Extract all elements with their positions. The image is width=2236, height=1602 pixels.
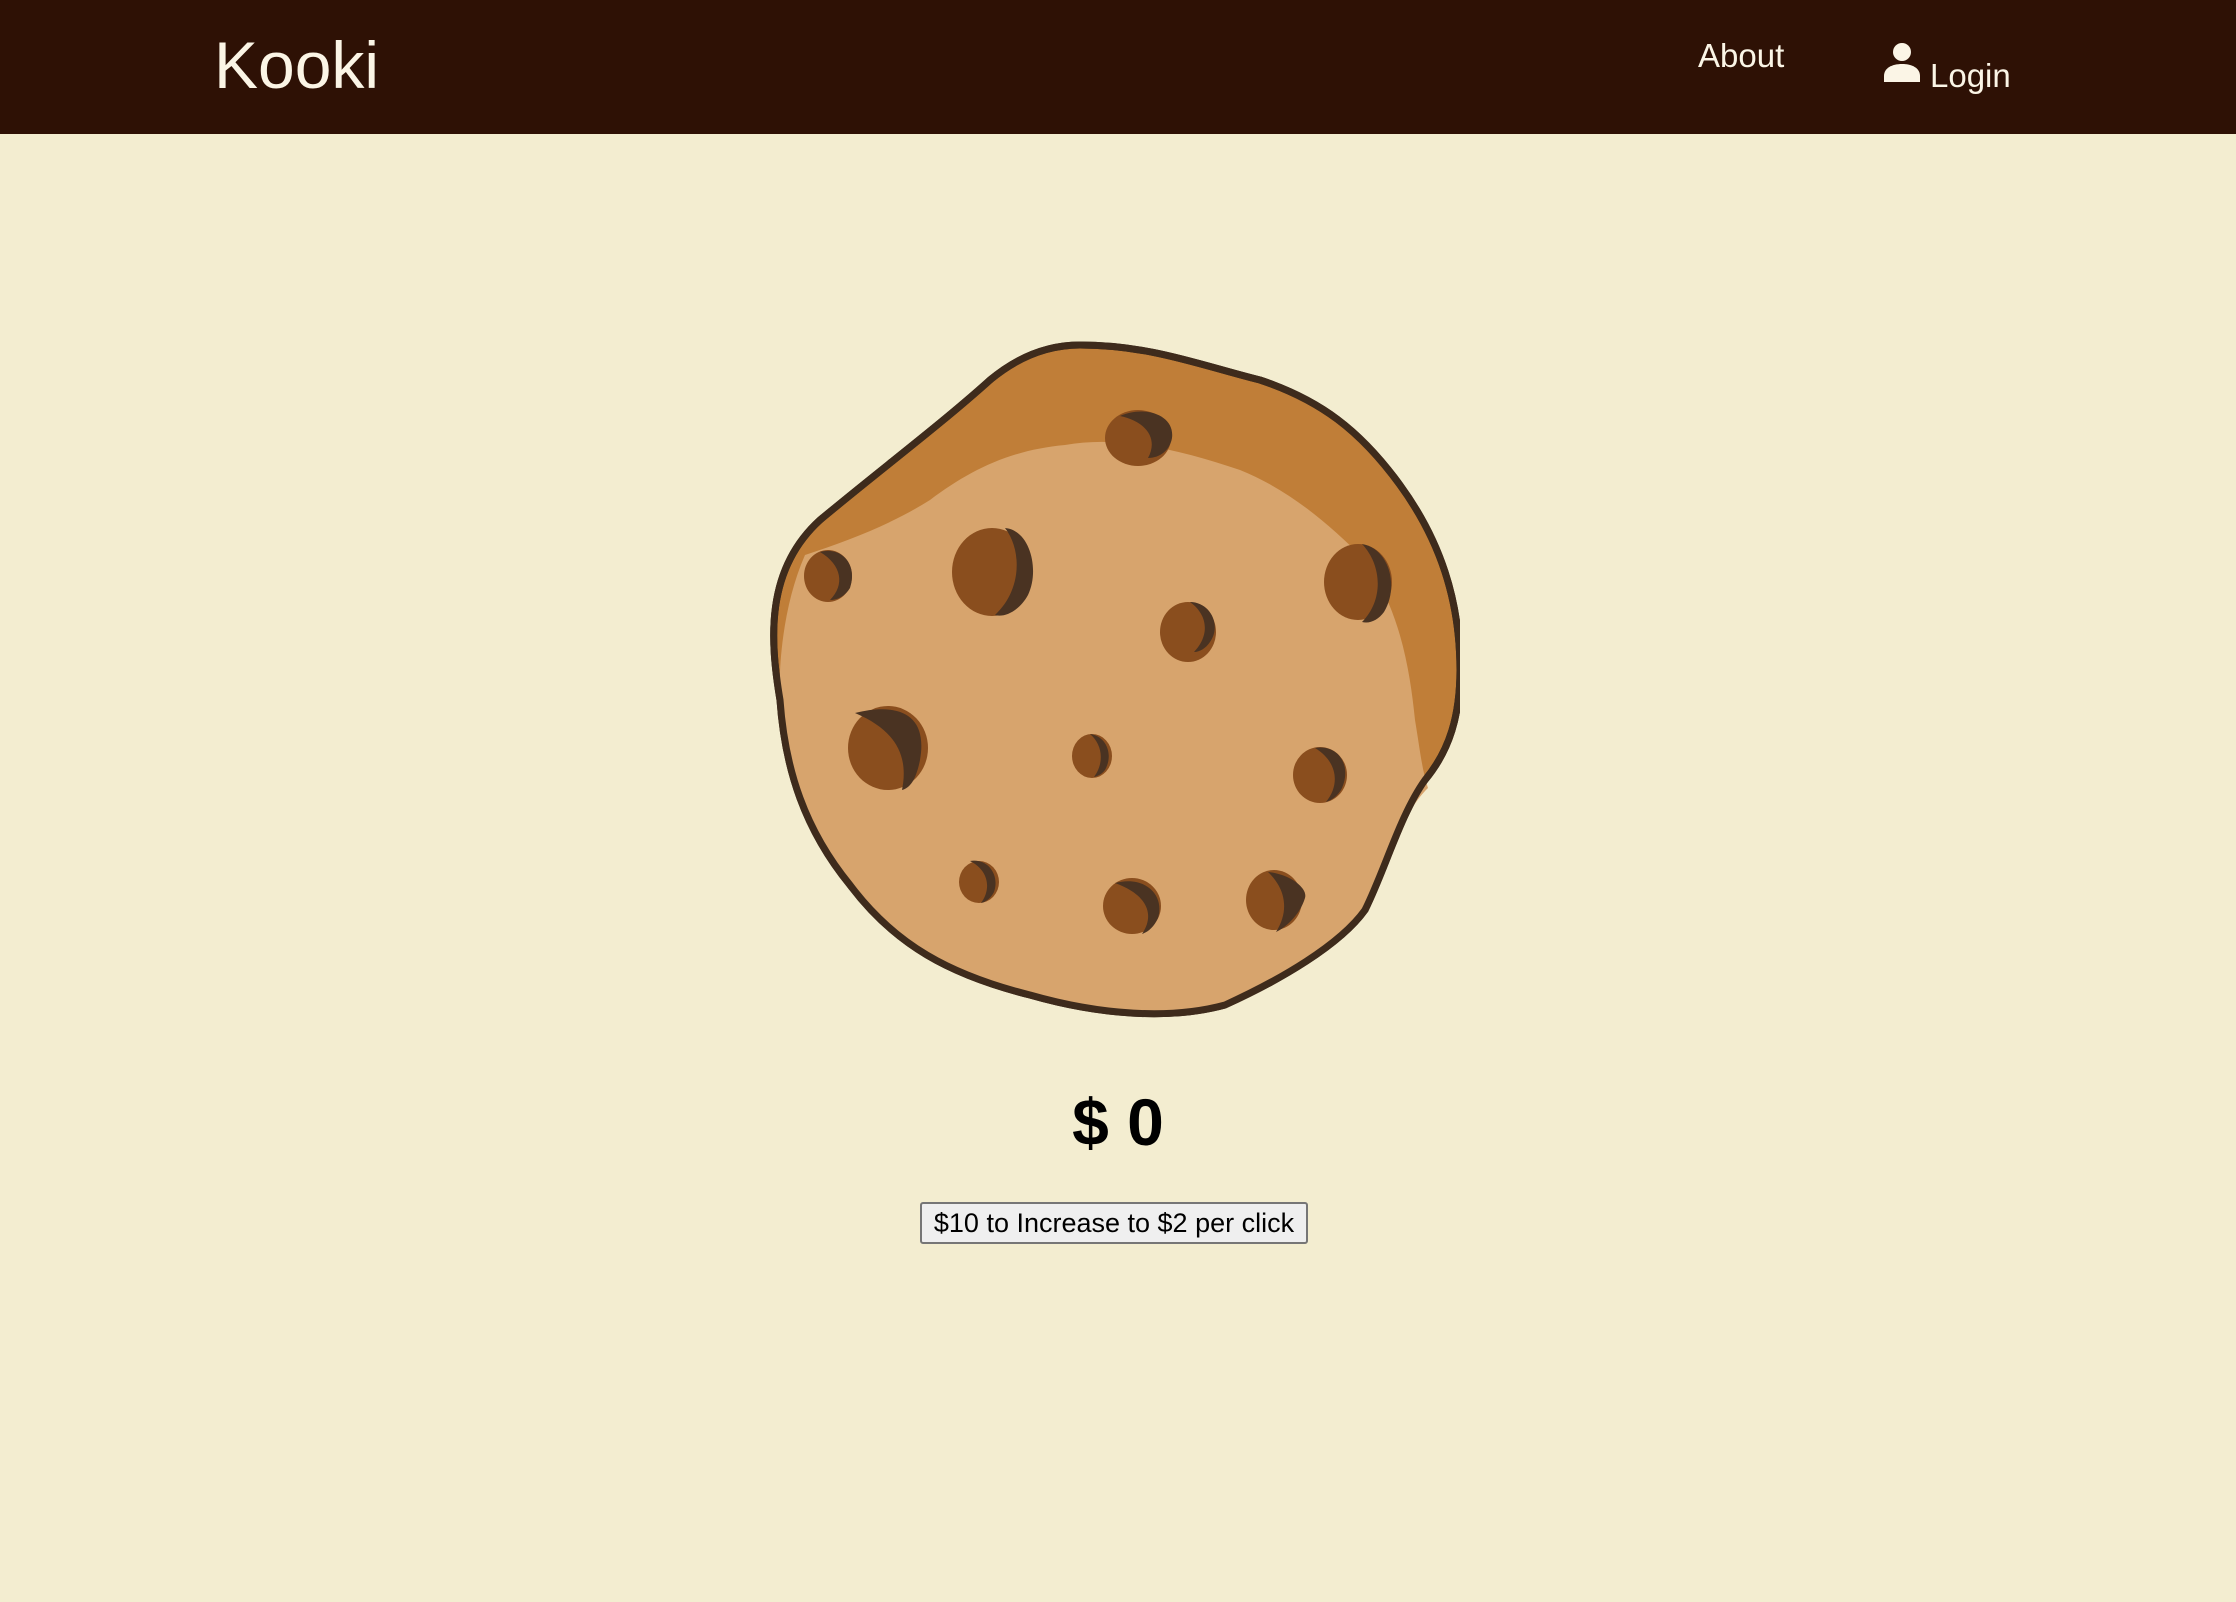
balance-display: $ 0 bbox=[1072, 1085, 1164, 1159]
user-icon bbox=[1884, 43, 1920, 82]
navbar: Kooki About Login bbox=[0, 0, 2236, 134]
login-label: Login bbox=[1930, 57, 2011, 94]
upgrade-button[interactable]: $10 to Increase to $2 per click bbox=[920, 1202, 1308, 1244]
nav-link-about[interactable]: About bbox=[1698, 36, 1784, 76]
brand-logo[interactable]: Kooki bbox=[214, 26, 379, 104]
nav-link-login[interactable]: Login bbox=[1884, 40, 2011, 96]
cookie-icon[interactable] bbox=[760, 340, 1460, 1020]
